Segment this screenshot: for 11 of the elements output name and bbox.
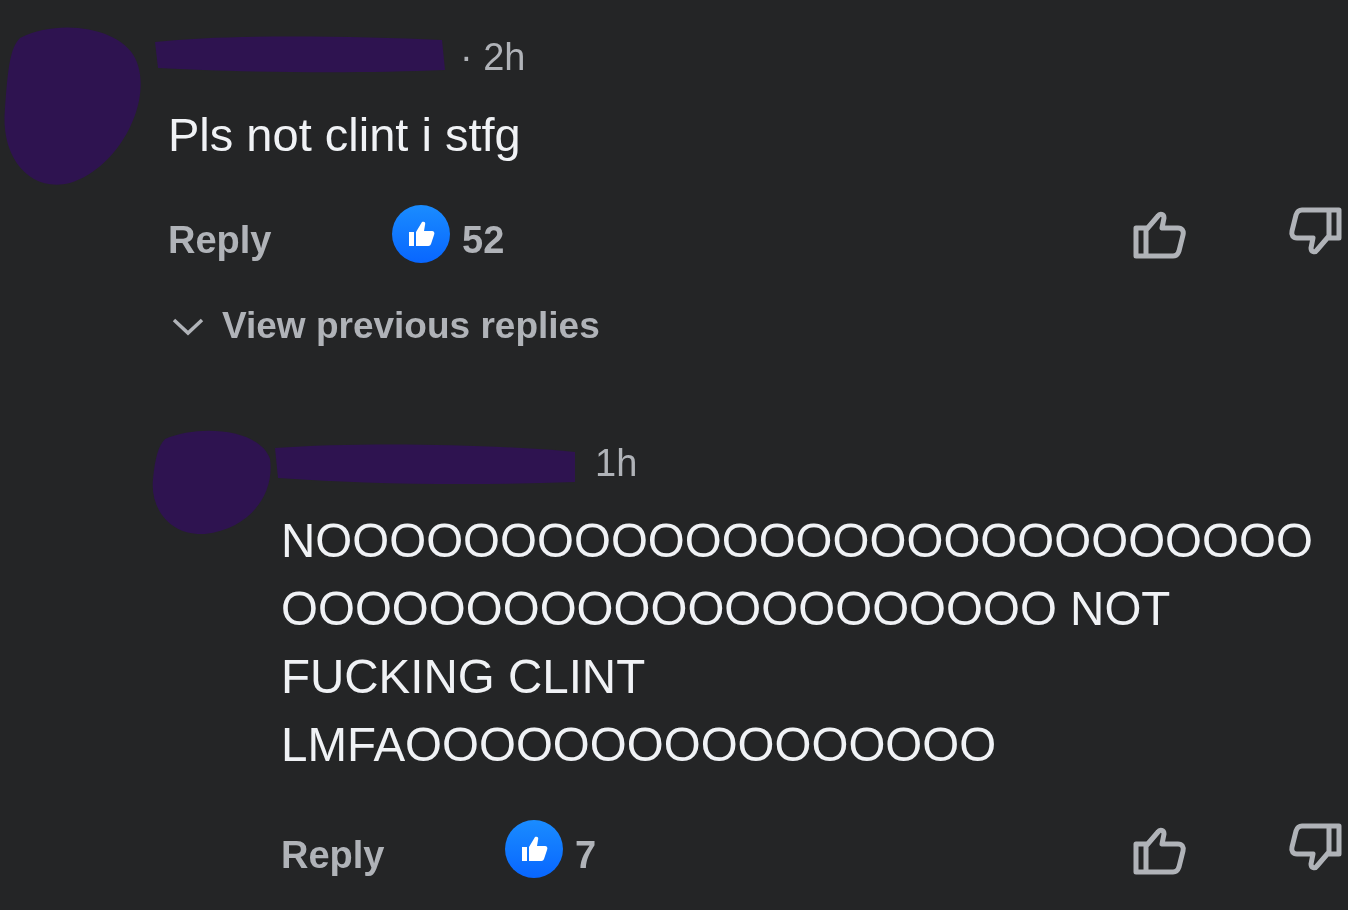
comment-time: · 2h: [460, 38, 526, 76]
reply-link[interactable]: Reply: [281, 827, 385, 884]
like-reaction-icon: [392, 205, 450, 263]
view-replies-link[interactable]: View previous replies: [170, 298, 600, 354]
like-reaction-icon: [505, 820, 563, 878]
reply-link[interactable]: Reply: [168, 212, 272, 269]
comment-text: Pls not clint i stfg: [168, 108, 521, 163]
reply-time: 1h: [595, 444, 638, 482]
reaction-count: 52: [462, 218, 505, 263]
reaction-count: 7: [575, 833, 597, 878]
reply-text: NOOOOOOOOOOOOOOOOOOOOOOOOOOOOOOOOOOOOOOOOOOOOOOOO NOT FUCKING CLINT LMFAOOOOOOOOOOOOOOOO: [281, 513, 1314, 773]
